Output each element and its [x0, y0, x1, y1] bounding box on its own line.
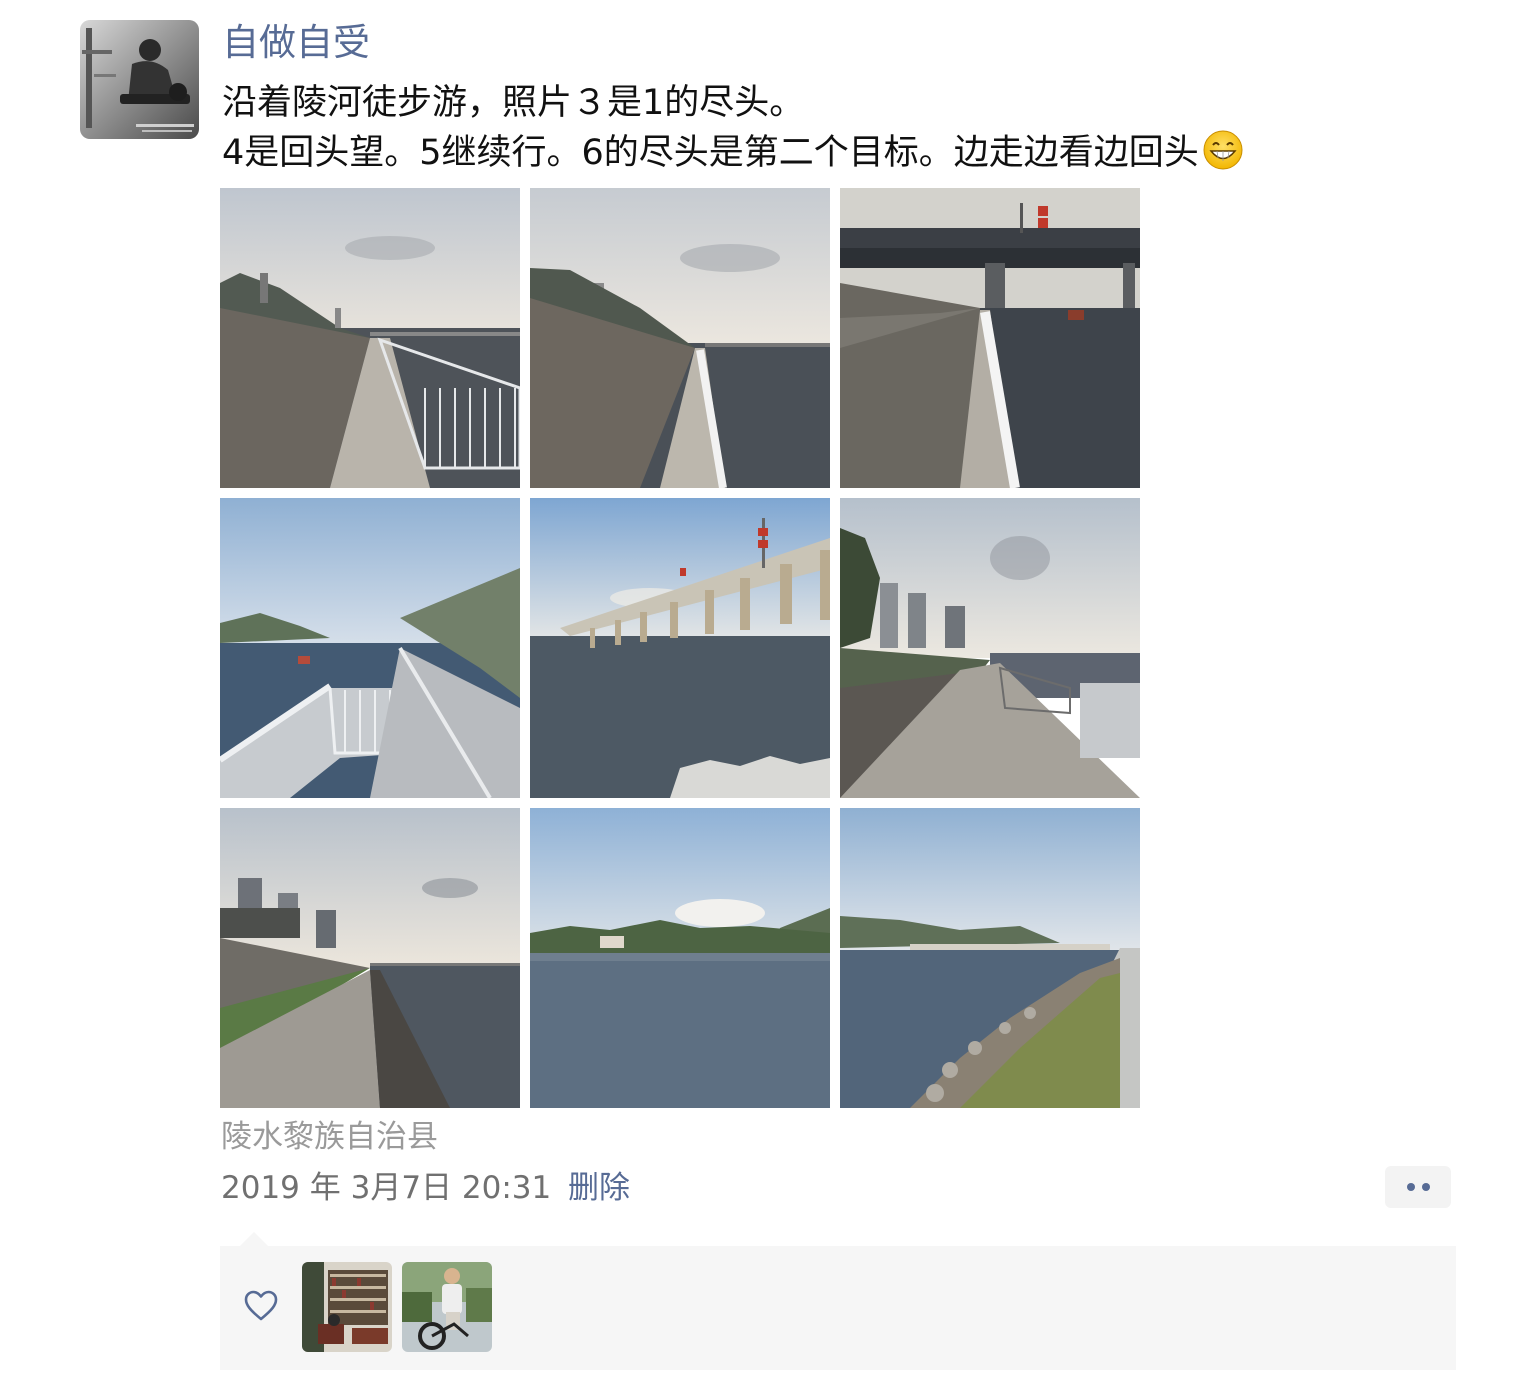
post-text: 沿着陵河徒步游，照片３是1的尽头。 4是回头望。5继续行。6的尽头是第二个目标。…: [222, 78, 1243, 178]
post-text-line-2: 4是回头望。5继续行。6的尽头是第二个目标。边走边看边回头: [222, 128, 1243, 178]
photo-4[interactable]: [220, 498, 520, 798]
likes-panel-arrow: [240, 1232, 268, 1246]
grinning-face-icon: [1203, 130, 1243, 170]
photo-grid: [220, 188, 1140, 1108]
liker-avatar-library[interactable]: [302, 1262, 392, 1352]
heart-outline-icon: [244, 1290, 278, 1322]
photo-1[interactable]: [220, 188, 520, 488]
photo-5[interactable]: [530, 498, 830, 798]
photo-7[interactable]: [220, 808, 520, 1108]
more-dots-icon: [1407, 1183, 1415, 1191]
photo-9[interactable]: [840, 808, 1140, 1108]
post-text-line-2-content: 4是回头望。5继续行。6的尽头是第二个目标。边走边看边回头: [222, 133, 1199, 173]
delete-button[interactable]: 删除: [568, 1165, 630, 1211]
photo-3[interactable]: [840, 188, 1140, 488]
author-avatar[interactable]: [80, 20, 199, 139]
post-text-line-1: 沿着陵河徒步游，照片３是1的尽头。: [222, 83, 805, 123]
post-timestamp: 2019 年 3月7日 20:31: [221, 1170, 552, 1206]
more-button[interactable]: [1385, 1166, 1451, 1208]
photo-8[interactable]: [530, 808, 830, 1108]
photo-2[interactable]: [530, 188, 830, 488]
more-dots-icon-2: [1422, 1183, 1430, 1191]
photo-6[interactable]: [840, 498, 1140, 798]
author-name[interactable]: 自做自受: [222, 18, 370, 68]
liker-avatar-cyclist[interactable]: [402, 1262, 492, 1352]
location-label[interactable]: 陵水黎族自治县: [221, 1114, 438, 1160]
